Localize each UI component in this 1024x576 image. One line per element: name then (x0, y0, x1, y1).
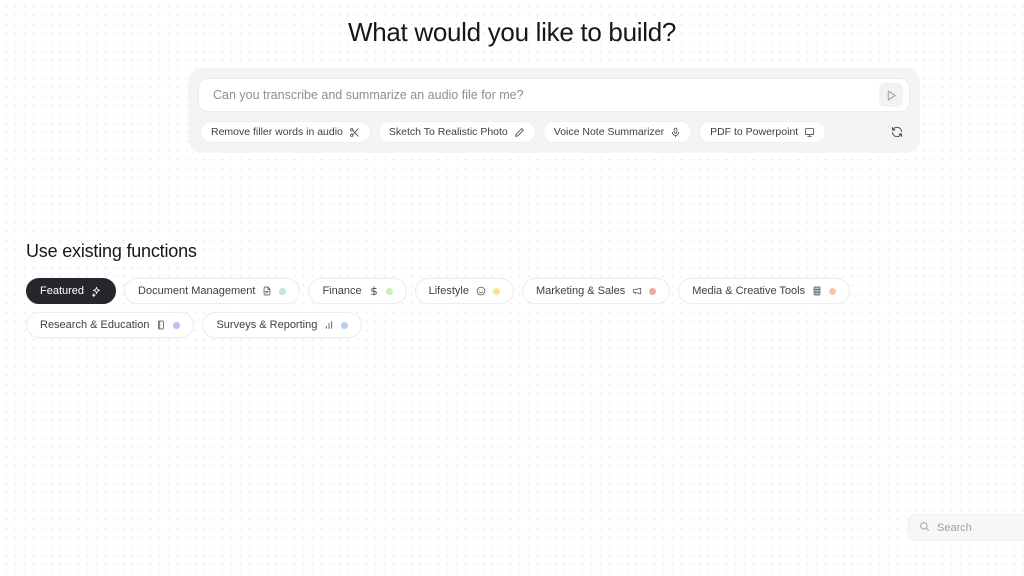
filter-color-dot (341, 321, 349, 329)
filter-color-dot (492, 287, 500, 295)
category-filters: Featured Document Management Finance Lif… (0, 264, 900, 338)
send-button[interactable] (879, 83, 903, 107)
search-box[interactable] (908, 514, 1024, 541)
filter-color-dot (829, 287, 837, 295)
chip-label: PDF to Powerpoint (710, 126, 799, 138)
filter-label: Media & Creative Tools (692, 285, 806, 297)
suggestion-chips: Remove filler words in audio Sketch To R… (198, 121, 910, 143)
book-icon (156, 320, 166, 330)
filter-color-dot (279, 287, 287, 295)
filter-pill-finance[interactable]: Finance (308, 278, 407, 304)
chip-sketch-to-realistic-photo[interactable]: Sketch To Realistic Photo (377, 121, 536, 143)
megaphone-icon (632, 286, 642, 296)
hero-section: What would you like to build? (0, 0, 1024, 50)
chip-remove-filler-words[interactable]: Remove filler words in audio (200, 121, 371, 143)
refresh-icon (892, 126, 902, 138)
filter-pill-lifestyle[interactable]: Lifestyle (414, 278, 514, 304)
filter-label: Finance (322, 285, 362, 297)
page-title: What would you like to build? (347, 17, 677, 47)
search-input[interactable] (937, 521, 1024, 534)
filter-pill-marketing-and-sales[interactable]: Marketing & Sales (521, 278, 671, 304)
prompt-composer: Remove filler words in audio Sketch To R… (188, 68, 920, 153)
filter-color-dot (649, 287, 657, 295)
filter-pill-featured[interactable]: Featured (26, 278, 117, 304)
prompt-input[interactable] (213, 88, 879, 102)
chip-pdf-to-powerpoint[interactable]: PDF to Powerpoint (699, 121, 827, 143)
filter-label: Featured (40, 285, 85, 297)
filter-label: Lifestyle (428, 285, 469, 297)
sparkle-icon (91, 286, 102, 297)
chip-label: Remove filler words in audio (211, 126, 343, 138)
filter-pill-media-and-creative-tools[interactable]: Media & Creative Tools (678, 278, 851, 304)
filter-color-dot (385, 287, 393, 295)
chip-label: Voice Note Summarizer (553, 126, 665, 138)
film-icon (812, 286, 822, 296)
presentation-icon (804, 127, 815, 138)
microphone-icon (670, 127, 681, 138)
chip-voice-note-summarizer[interactable]: Voice Note Summarizer (542, 121, 693, 143)
filter-label: Research & Education (40, 319, 150, 331)
smiley-icon (476, 286, 486, 296)
filter-label: Document Management (138, 285, 256, 297)
filter-pill-document-management[interactable]: Document Management (124, 278, 301, 304)
chip-label: Sketch To Realistic Photo (388, 126, 508, 138)
document-icon (262, 286, 272, 296)
pencil-icon (514, 127, 525, 138)
bar-chart-icon (324, 320, 334, 330)
scissors-icon (349, 127, 360, 138)
composer-input-row[interactable] (198, 78, 910, 112)
filter-pill-research-and-education[interactable]: Research & Education (26, 312, 195, 338)
send-icon (887, 90, 896, 100)
filter-color-dot (173, 321, 181, 329)
filter-label: Surveys & Reporting (216, 319, 318, 331)
functions-section: Use existing functions Featured Document… (0, 238, 1024, 541)
filter-label: Marketing & Sales (535, 285, 626, 297)
section-title: Use existing functions (26, 241, 197, 261)
dollar-icon (369, 286, 379, 296)
filter-pill-surveys-and-reporting[interactable]: Surveys & Reporting (202, 312, 363, 338)
shuffle-suggestions-button[interactable] (886, 121, 908, 143)
search-icon (919, 519, 930, 537)
